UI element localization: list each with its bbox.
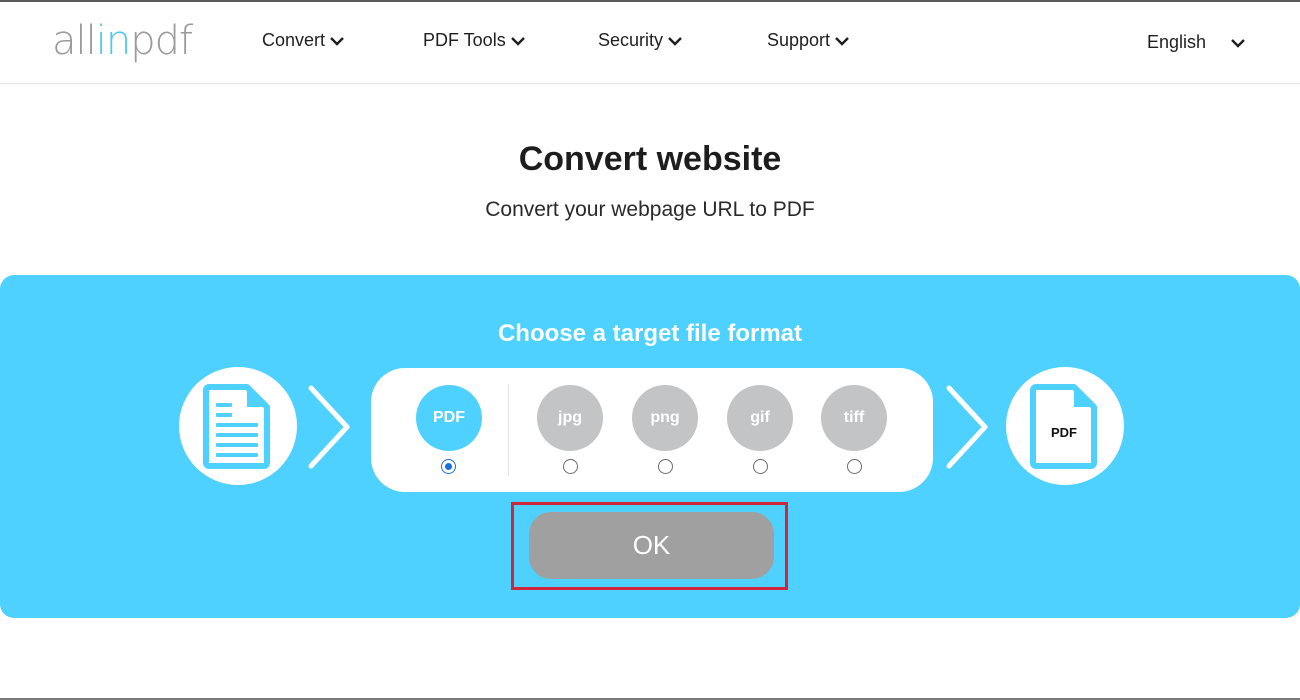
chevron-down-icon [510,35,526,47]
nav-pdf-tools[interactable]: PDF Tools [423,30,526,51]
chevron-down-icon [834,35,850,47]
chevron-down-icon [667,35,683,47]
document-icon [203,384,270,469]
nav-support-label: Support [767,30,831,50]
chevron-down-icon [329,35,345,47]
format-label-gif: gif [750,409,770,426]
language-label: English [1147,32,1207,52]
nav-support[interactable]: Support [767,30,850,51]
site-header: allinpdf Convert PDF Tools Security Supp… [0,2,1300,84]
logo-text-in: in [95,18,131,64]
format-option-gif[interactable]: gif [727,385,793,451]
pdf-file-icon: PDF [1030,384,1097,469]
format-divider [508,384,509,476]
nav-pdf-tools-label: PDF Tools [423,30,506,50]
radio-pdf[interactable] [441,459,456,474]
page-title: Convert website [518,140,782,178]
page-subtitle: Convert your webpage URL to PDF [485,198,815,221]
radio-png[interactable] [658,459,673,474]
format-label-tiff: tiff [843,409,865,426]
target-pdf-badge: PDF [1006,367,1124,485]
allinpdf-logo[interactable]: allinpdf [52,16,193,66]
nav-security[interactable]: Security [598,30,683,51]
nav-convert-label: Convert [262,30,326,50]
chevron-right-icon [308,385,350,469]
format-option-tiff[interactable]: tiff [821,385,887,451]
radio-jpg[interactable] [563,459,578,474]
format-label-jpg: jpg [558,409,582,426]
format-option-pdf[interactable]: PDF [416,385,482,451]
format-option-png[interactable]: png [632,385,698,451]
radio-gif[interactable] [753,459,768,474]
logo-text-pdf: pdf [130,18,193,64]
chevron-right-icon [946,385,988,469]
nav-convert[interactable]: Convert [262,30,345,51]
ok-button[interactable]: OK [529,512,774,579]
source-document-badge [179,367,297,485]
format-label-pdf: PDF [433,409,465,426]
format-label-png: png [650,409,680,426]
language-selector[interactable]: English [1147,32,1246,53]
radio-tiff[interactable] [847,459,862,474]
pdf-file-label: PDF [1051,425,1077,440]
logo-text-all: all [52,18,97,64]
nav-security-label: Security [598,30,664,50]
format-heading: Choose a target file format [497,320,803,347]
format-option-jpg[interactable]: jpg [537,385,603,451]
chevron-down-icon [1230,37,1246,49]
